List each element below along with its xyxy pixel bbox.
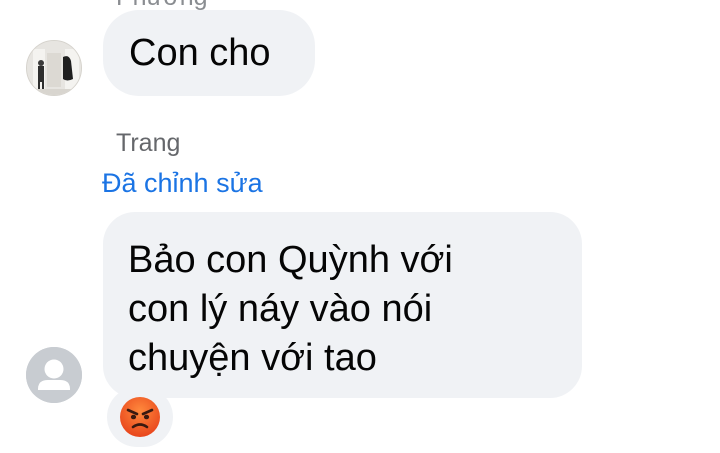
reaction-badge[interactable] [107, 387, 173, 447]
sender-avatar[interactable] [26, 347, 82, 403]
avatar-photo-icon [27, 41, 81, 95]
angry-face-icon [120, 397, 160, 437]
sender-avatar[interactable] [26, 40, 82, 96]
message-text-line: con lý náy vào nói [128, 288, 433, 330]
sender-name: Trang [116, 129, 181, 157]
edited-label[interactable]: Đã chỉnh sửa [102, 167, 263, 199]
default-user-icon [26, 347, 82, 403]
message-bubble[interactable]: Bảo con Quỳnh với con lý náy vào nói chu… [103, 212, 582, 398]
chat-screen: Phương Con cho Trang Đã chỉnh sửa Bảo co… [0, 0, 720, 453]
message-text-line: chuyện với tao [128, 337, 377, 379]
message-bubble[interactable]: Con cho [103, 10, 315, 96]
message-text: Con cho [129, 32, 271, 74]
message-text-line: Bảo con Quỳnh với [128, 239, 453, 281]
